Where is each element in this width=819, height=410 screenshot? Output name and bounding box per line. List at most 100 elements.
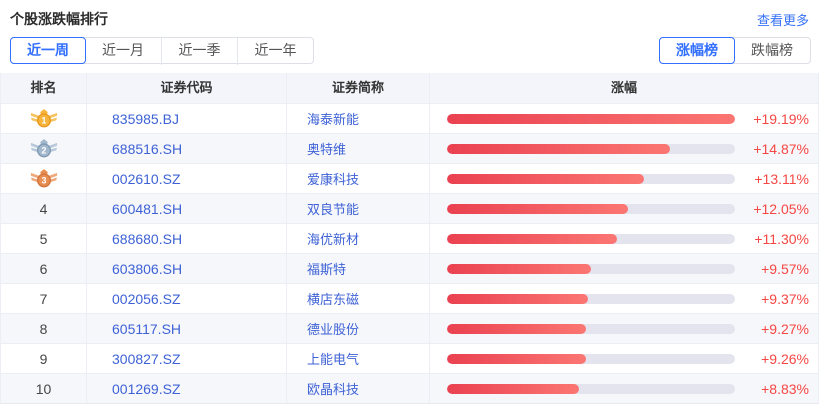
stock-name-cell[interactable]: 福斯特 bbox=[287, 254, 430, 283]
rank-cell: 6 bbox=[1, 254, 87, 283]
stock-name[interactable]: 福斯特 bbox=[307, 259, 346, 278]
stock-code[interactable]: 603806.SH bbox=[112, 261, 182, 277]
stock-code[interactable]: 600481.SH bbox=[112, 201, 182, 217]
tab-period-近一周[interactable]: 近一周 bbox=[10, 37, 86, 64]
change-bar-fill bbox=[447, 114, 735, 124]
stock-code[interactable]: 688516.SH bbox=[112, 141, 182, 157]
bronze-medal-icon: 3 bbox=[30, 168, 58, 189]
stock-code[interactable]: 688680.SH bbox=[112, 231, 182, 247]
rank-number: 8 bbox=[40, 321, 48, 337]
stock-code-cell[interactable]: 001269.SZ bbox=[87, 374, 287, 403]
stock-code[interactable]: 605117.SH bbox=[112, 321, 181, 337]
tab-period-近一季[interactable]: 近一季 bbox=[161, 38, 237, 65]
stock-name-cell[interactable]: 横店东磁 bbox=[287, 284, 430, 313]
tab-board-涨幅榜[interactable]: 涨幅榜 bbox=[659, 37, 735, 64]
tab-board-跌幅榜[interactable]: 跌幅榜 bbox=[734, 38, 810, 65]
change-bar-fill bbox=[447, 234, 617, 244]
change-percent: +9.26% bbox=[735, 351, 818, 367]
stock-code-cell[interactable]: 688516.SH bbox=[87, 134, 287, 163]
stock-code[interactable]: 300827.SZ bbox=[112, 351, 181, 367]
stock-name[interactable]: 欧晶科技 bbox=[307, 379, 359, 398]
stock-code-cell[interactable]: 835985.BJ bbox=[87, 104, 287, 133]
rank-cell: 3 bbox=[1, 164, 87, 193]
table-row[interactable]: 4 600481.SH 双良节能 +12.05% bbox=[1, 193, 818, 223]
table-row[interactable]: 2 688516.SH 奥特维 +14.87% bbox=[1, 133, 818, 163]
change-cell: +9.37% bbox=[430, 284, 818, 313]
table-row[interactable]: 3 002610.SZ 爱康科技 +13.11% bbox=[1, 163, 818, 193]
rank-number: 10 bbox=[36, 381, 52, 397]
stock-name[interactable]: 双良节能 bbox=[307, 199, 359, 218]
stock-name-cell[interactable]: 海泰新能 bbox=[287, 104, 430, 133]
change-bar-track bbox=[447, 294, 735, 304]
change-cell: +9.57% bbox=[430, 254, 818, 283]
stock-name-cell[interactable]: 双良节能 bbox=[287, 194, 430, 223]
stock-code-cell[interactable]: 300827.SZ bbox=[87, 344, 287, 373]
change-cell: +9.26% bbox=[430, 344, 818, 373]
column-header-code: 证券代码 bbox=[87, 73, 287, 103]
change-bar-track bbox=[447, 144, 735, 154]
change-bar-track bbox=[447, 204, 735, 214]
tab-period-近一年[interactable]: 近一年 bbox=[237, 38, 313, 65]
change-percent: +13.11% bbox=[735, 171, 818, 187]
stock-name-cell[interactable]: 欧晶科技 bbox=[287, 374, 430, 403]
rank-number: 9 bbox=[40, 351, 48, 367]
tab-period-近一月[interactable]: 近一月 bbox=[85, 38, 161, 65]
table-row[interactable]: 9 300827.SZ 上能电气 +9.26% bbox=[1, 343, 818, 373]
change-percent: +9.57% bbox=[735, 261, 818, 277]
stock-name[interactable]: 上能电气 bbox=[307, 349, 359, 368]
period-tab-group: 近一周近一月近一季近一年 bbox=[10, 37, 314, 64]
change-bar-fill bbox=[447, 384, 579, 394]
change-bar-track bbox=[447, 234, 735, 244]
table-row[interactable]: 5 688680.SH 海优新材 +11.30% bbox=[1, 223, 818, 253]
change-percent: +8.83% bbox=[735, 381, 818, 397]
stock-name[interactable]: 海泰新能 bbox=[307, 109, 359, 128]
stock-code[interactable]: 002056.SZ bbox=[112, 291, 181, 307]
stock-name-cell[interactable]: 上能电气 bbox=[287, 344, 430, 373]
stock-name[interactable]: 横店东磁 bbox=[307, 289, 359, 308]
stock-name-cell[interactable]: 德业股份 bbox=[287, 314, 430, 343]
page-title: 个股涨跌幅排行 bbox=[10, 9, 108, 29]
change-percent: +19.19% bbox=[735, 111, 818, 127]
stock-name[interactable]: 奥特维 bbox=[307, 139, 346, 158]
svg-text:1: 1 bbox=[41, 116, 46, 126]
change-cell: +12.05% bbox=[430, 194, 818, 223]
stock-code-cell[interactable]: 603806.SH bbox=[87, 254, 287, 283]
change-bar-track bbox=[447, 264, 735, 274]
stock-code-cell[interactable]: 688680.SH bbox=[87, 224, 287, 253]
change-percent: +11.30% bbox=[735, 231, 818, 247]
gold-medal-icon: 1 bbox=[30, 108, 58, 129]
change-percent: +9.37% bbox=[735, 291, 818, 307]
stock-code-cell[interactable]: 002056.SZ bbox=[87, 284, 287, 313]
stock-name[interactable]: 德业股份 bbox=[307, 319, 359, 338]
table-row[interactable]: 8 605117.SH 德业股份 +9.27% bbox=[1, 313, 818, 343]
column-header-name: 证券简称 bbox=[287, 73, 430, 103]
table-row[interactable]: 1 835985.BJ 海泰新能 +19.19% bbox=[1, 103, 818, 133]
change-cell: +19.19% bbox=[430, 104, 818, 133]
change-bar-fill bbox=[447, 174, 644, 184]
change-bar-track bbox=[447, 174, 735, 184]
stock-name-cell[interactable]: 海优新材 bbox=[287, 224, 430, 253]
stock-name-cell[interactable]: 奥特维 bbox=[287, 134, 430, 163]
stock-name[interactable]: 爱康科技 bbox=[307, 169, 359, 188]
stock-code[interactable]: 001269.SZ bbox=[112, 381, 181, 397]
silver-medal-icon: 2 bbox=[30, 138, 58, 159]
stock-code-cell[interactable]: 605117.SH bbox=[87, 314, 287, 343]
table-row[interactable]: 6 603806.SH 福斯特 +9.57% bbox=[1, 253, 818, 283]
stock-code-cell[interactable]: 600481.SH bbox=[87, 194, 287, 223]
change-bar-track bbox=[447, 384, 735, 394]
rank-number: 4 bbox=[40, 201, 48, 217]
change-cell: +14.87% bbox=[430, 134, 818, 163]
controls-row: 近一周近一月近一季近一年 涨幅榜跌幅榜 bbox=[0, 29, 819, 64]
table-row[interactable]: 10 001269.SZ 欧晶科技 +8.83% bbox=[1, 373, 818, 403]
stock-code[interactable]: 002610.SZ bbox=[112, 171, 181, 187]
stock-name-cell[interactable]: 爱康科技 bbox=[287, 164, 430, 193]
change-bar-fill bbox=[447, 294, 588, 304]
stock-name[interactable]: 海优新材 bbox=[307, 229, 359, 248]
change-bar-fill bbox=[447, 264, 591, 274]
stock-code[interactable]: 835985.BJ bbox=[112, 111, 179, 127]
stock-code-cell[interactable]: 002610.SZ bbox=[87, 164, 287, 193]
table-row[interactable]: 7 002056.SZ 横店东磁 +9.37% bbox=[1, 283, 818, 313]
rank-number: 5 bbox=[40, 231, 48, 247]
view-more-link[interactable]: 查看更多 bbox=[757, 10, 809, 29]
change-bar-track bbox=[447, 114, 735, 124]
